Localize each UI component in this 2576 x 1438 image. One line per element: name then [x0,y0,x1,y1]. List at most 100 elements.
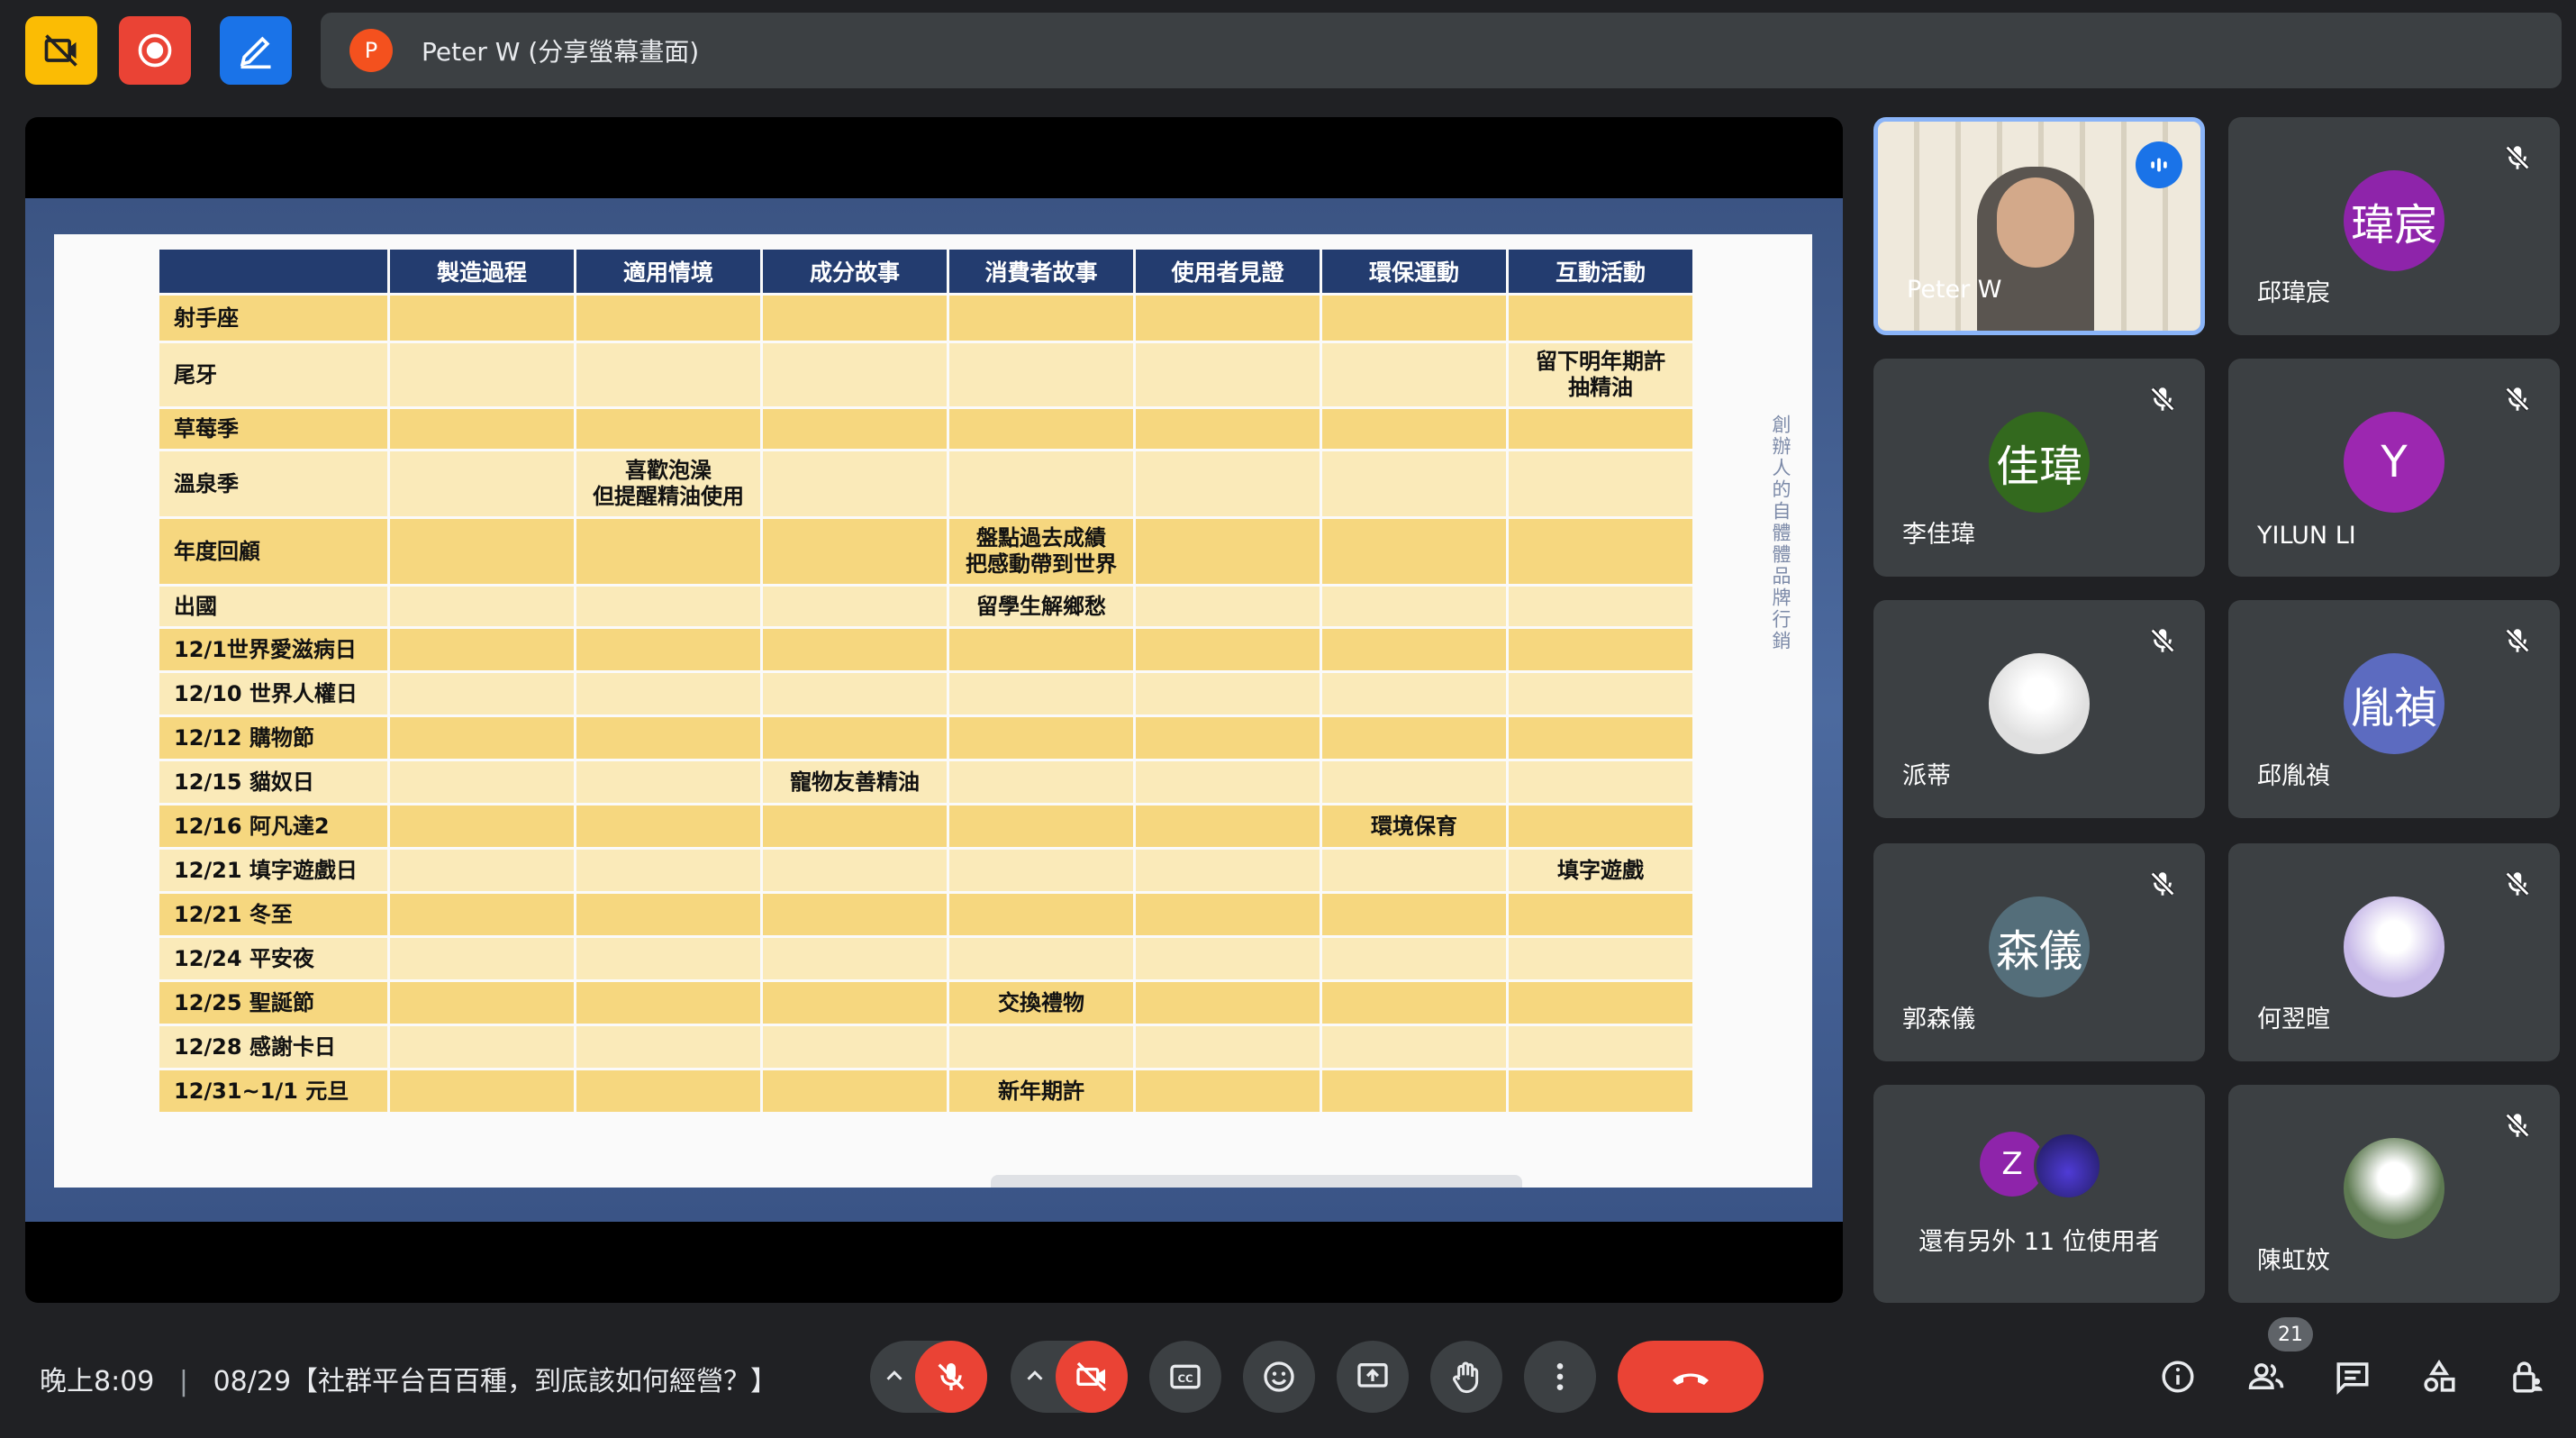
table-cell [949,451,1133,516]
table-cell [390,1070,574,1112]
chat-button[interactable] [2327,1352,2378,1402]
participant-name: 何翌暄 [2257,1006,2330,1033]
mic-options-caret-icon[interactable] [881,1362,908,1389]
table-cell [576,938,760,979]
participant-tile[interactable]: 佳瑋 李佳瑋 [1873,359,2205,577]
table-cell [576,805,760,847]
captions-button[interactable]: CC [1149,1341,1221,1413]
table-cell [390,894,574,935]
mic-off-icon [938,1363,965,1390]
speaking-indicator [2136,141,2182,188]
row-label: 射手座 [159,296,387,341]
activities-button[interactable] [2414,1352,2464,1402]
camera-off-icon [44,34,77,67]
participant-tile[interactable]: 瑋宸 邱瑋宸 [2228,117,2560,335]
people-button[interactable] [2241,1352,2291,1402]
camera-off-button[interactable] [25,16,97,85]
presenter-avatar: P [349,29,393,72]
mic-muted-icon [2502,1110,2533,1141]
table-cell [949,850,1133,891]
table-cell [390,1026,574,1068]
table-cell [576,1026,760,1068]
raise-hand-button[interactable] [1430,1341,1502,1413]
table-cell [763,587,947,626]
table-cell [1322,1026,1506,1068]
participant-name: 邱胤禎 [2257,762,2330,790]
table-cell [949,409,1133,449]
row-label: 出國 [159,587,387,626]
others-tile[interactable]: Z 還有另外 11 位使用者 [1873,1085,2205,1303]
table-cell [576,894,760,935]
participant-tile[interactable]: 胤禎 邱胤禎 [2228,600,2560,818]
table-cell [390,343,574,406]
row-label: 12/12 購物節 [159,717,387,759]
table-row: 12/31~1/1 元旦 新年期許 [159,1070,1692,1112]
table-cell [576,629,760,670]
participant-name: 派蒂 [1902,762,1951,790]
table-cell [1509,296,1692,341]
camera-toggle-button[interactable] [1056,1341,1128,1413]
row-label: 草莓季 [159,409,387,449]
host-controls-button[interactable] [2502,1352,2553,1402]
more-options-button[interactable] [1524,1341,1596,1413]
column-header: 成分故事 [763,250,947,293]
presenter-bar: P Peter W (分享螢幕畫面) [321,13,2562,88]
present-icon [1357,1363,1388,1388]
table-cell [390,938,574,979]
present-screen-button[interactable] [1337,1341,1409,1413]
table-cell [1322,343,1506,406]
participant-photo [2344,896,2444,997]
participant-tile[interactable]: Y YILUN LI [2228,359,2560,577]
table-cell [949,1026,1133,1068]
table-cell: 喜歡泡澡 但提醒精油使用 [576,451,760,516]
mic-toggle-button[interactable] [915,1341,987,1413]
table-cell [1509,629,1692,670]
meeting-details-button[interactable] [2153,1352,2203,1402]
participant-tile[interactable]: Peter W [1873,117,2205,335]
row-label: 12/21 填字遊戲日 [159,850,387,891]
others-photo-avatar [2034,1132,2102,1200]
participant-tile[interactable]: 派蒂 [1873,600,2205,818]
table-cell [1136,673,1320,714]
table-cell: 留學生解鄉愁 [949,587,1133,626]
column-header: 互動活動 [1509,250,1692,293]
chat-icon [2336,1362,2369,1395]
table-cell [949,805,1133,847]
column-header: 使用者見證 [1136,250,1320,293]
table-cell [1136,717,1320,759]
table-row: 12/21 冬至 [159,894,1692,935]
table-cell [1509,1070,1692,1112]
table-cell [763,938,947,979]
camera-options-caret-icon[interactable] [1021,1362,1048,1389]
table-cell [763,717,947,759]
pen-icon [240,36,271,69]
table-cell: 留下明年期許 抽精油 [1509,343,1692,406]
participant-tile[interactable]: 森儀 郭森儀 [1873,843,2205,1061]
reactions-button[interactable] [1243,1341,1315,1413]
table-cell [390,761,574,803]
table-cell [1322,519,1506,584]
table-cell [763,673,947,714]
participant-avatar: 胤禎 [2344,653,2444,754]
shared-screen[interactable]: 製造過程 適用情境 成分故事 消費者故事 使用者見證 環保運動 互動活動 射手座 尾牙 留下明年… [25,117,1843,1303]
table-cell [390,805,574,847]
table-cell [1509,519,1692,584]
participant-tile[interactable]: 陳虹妏 [2228,1085,2560,1303]
table-cell [390,587,574,626]
table-row: 12/16 阿凡達2 環境保育 [159,805,1692,847]
table-cell: 交換禮物 [949,982,1133,1024]
meeting-title: 08/29【社群平台百百種，到底該如何經營？】 [213,1366,778,1397]
mic-muted-icon [2147,384,2178,414]
table-cell [1322,587,1506,626]
row-label: 12/25 聖誕節 [159,982,387,1024]
table-cell [1136,982,1320,1024]
table-cell [949,938,1133,979]
table-cell [1509,938,1692,979]
leave-call-button[interactable] [1618,1341,1764,1413]
annotate-button[interactable] [220,16,292,85]
mic-muted-icon [2502,384,2533,414]
participant-tile[interactable]: 何翌暄 [2228,843,2560,1061]
shapes-icon [2424,1360,2455,1392]
record-button[interactable] [119,16,191,85]
mic-muted-icon [2502,869,2533,899]
